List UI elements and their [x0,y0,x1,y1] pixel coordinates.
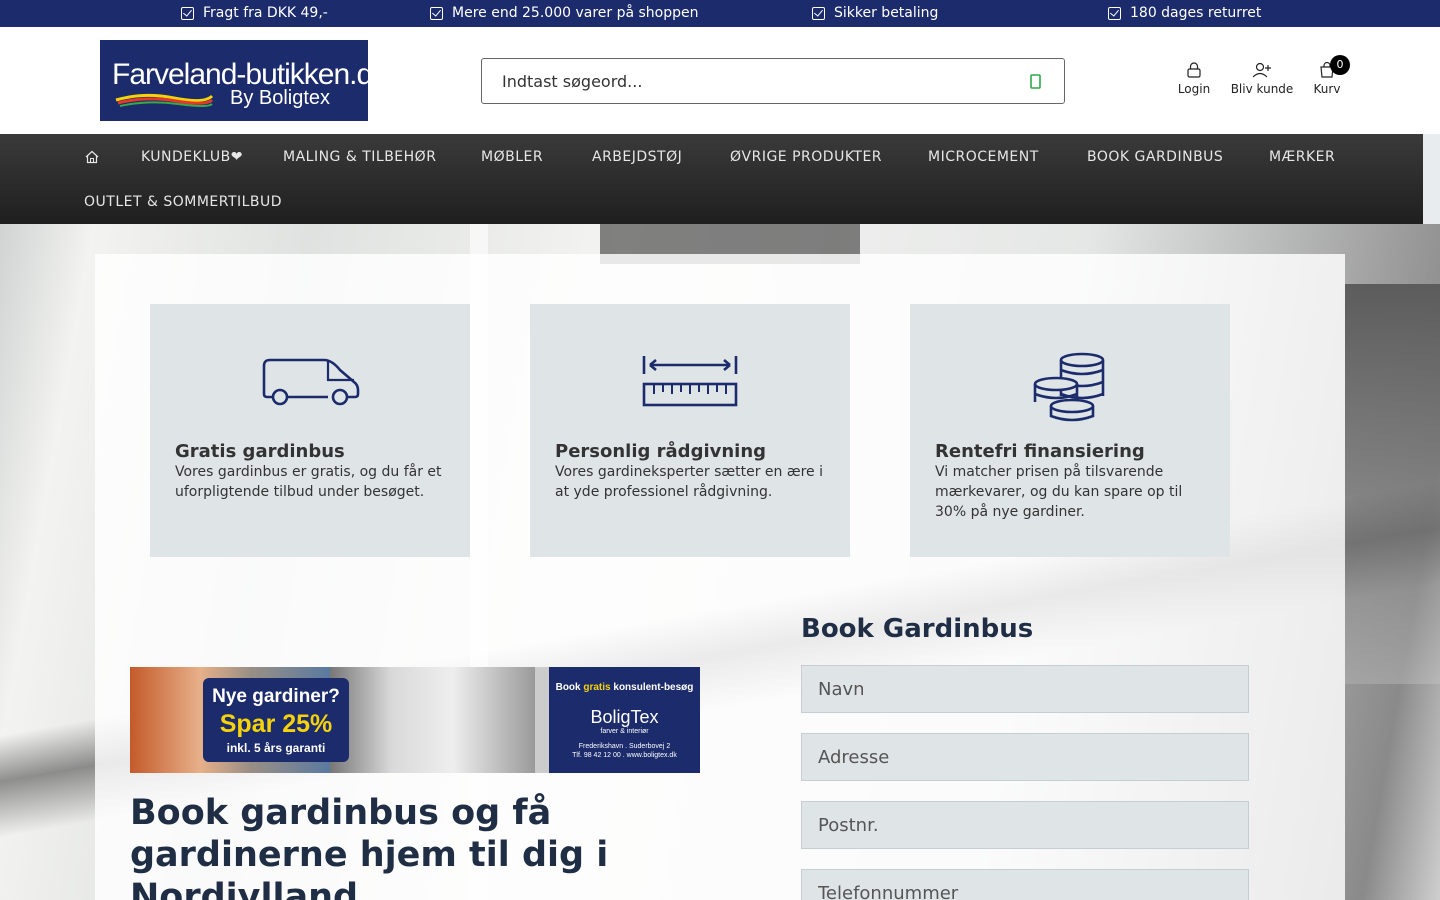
name-input[interactable] [802,666,1248,712]
nav-item-microcement[interactable]: MICROCEMENT [928,149,1039,165]
usp-item: Mere end 25.000 varer på shoppen [430,5,699,21]
postcode-field [801,801,1249,849]
usp-item: Sikker betaling [812,5,938,21]
usp-item: 180 dages returret [1108,5,1261,21]
cart-link[interactable]: 0 Kurv [1310,55,1350,96]
brush-icon [115,93,214,107]
cart-label: Kurv [1313,82,1341,96]
phone-field [801,869,1249,900]
cart-count-badge: 0 [1330,55,1350,75]
ruler-icon [642,356,738,407]
banner-room-photo [330,667,535,773]
nav-item-maerker[interactable]: MÆRKER [1269,149,1335,165]
name-field [801,665,1249,713]
home-icon[interactable] [84,149,100,165]
promo-banner[interactable]: Nye gardiner? Spar 25% inkl. 5 års garan… [130,667,700,773]
form-title: Book Gardinbus [801,614,1034,644]
feature-card: Gratis gardinbus Vores gardinbus er grat… [150,304,470,557]
checkbox-icon [181,6,194,20]
site-header: Farveland-butikken.dk By Boligtex Login … [0,27,1440,134]
add-user-icon [1252,62,1271,78]
card-text: Vi matcher prisen på tilsvarende mærkeva… [935,464,1183,520]
card-text: Vores gardineksperter sætter en ære i at… [555,464,823,500]
nav-item-mobler[interactable]: MØBLER [481,149,543,165]
feature-card: Personlig rådgivning Vores gardinekspert… [530,304,850,557]
login-label: Login [1177,82,1211,96]
checkbox-icon [812,6,825,20]
site-logo[interactable]: Farveland-butikken.dk By Boligtex [100,40,368,121]
usp-bar: Fragt fra DKK 49,- Mere end 25.000 varer… [0,0,1440,27]
address-field [801,733,1249,781]
search-icon[interactable] [1026,72,1046,92]
main-nav: KUNDEKLUB❤ MALING & TILBEHØR MØBLER ARBE… [0,134,1423,224]
banner-brand: BoligTex [590,707,659,727]
usp-item: Fragt fra DKK 49,- [181,5,328,21]
van-icon [262,358,360,406]
card-title: Gratis gardinbus [175,441,345,462]
edge-shadow [1345,284,1440,684]
login-link[interactable]: Login [1176,61,1212,96]
phone-input[interactable] [802,870,1248,900]
card-title: Rentefri finansiering [935,441,1145,462]
logo-subtext: By Boligtex [230,87,331,109]
coins-icon [1033,352,1105,422]
address-input[interactable] [802,734,1248,780]
checkbox-icon [1108,6,1121,20]
banner-promo-box: Nye gardiner? Spar 25% inkl. 5 års garan… [203,678,349,762]
register-label: Bliv kunde [1230,82,1294,96]
nav-item-arbejdstoj[interactable]: ARBEJDSTØJ [592,149,682,165]
card-text: Vores gardinbus er gratis, og du får et … [175,464,442,500]
nav-item-gardinbus[interactable]: BOOK GARDINBUS [1087,149,1223,165]
feature-card: Rentefri finansiering Vi matcher prisen … [910,304,1230,557]
lock-icon [1187,62,1201,78]
nav-item-maling[interactable]: MALING & TILBEHØR [283,149,436,165]
card-title: Personlig rådgivning [555,441,767,462]
postcode-input[interactable] [802,802,1248,848]
search-box [481,58,1065,104]
banner-contact-box: Book gratis konsulent-besøg BoligTex far… [549,667,700,773]
nav-item-outlet[interactable]: OUTLET & SOMMERTILBUD [84,194,282,210]
nav-item-kundeklub[interactable]: KUNDEKLUB❤ [141,149,243,165]
nav-item-ovrige[interactable]: ØVRIGE PRODUKTER [730,149,882,165]
register-link[interactable]: Bliv kunde [1228,61,1296,96]
search-input[interactable] [502,69,1002,93]
page-title: Book gardinbus og få gardinerne hjem til… [130,793,609,900]
checkbox-icon [430,6,443,20]
